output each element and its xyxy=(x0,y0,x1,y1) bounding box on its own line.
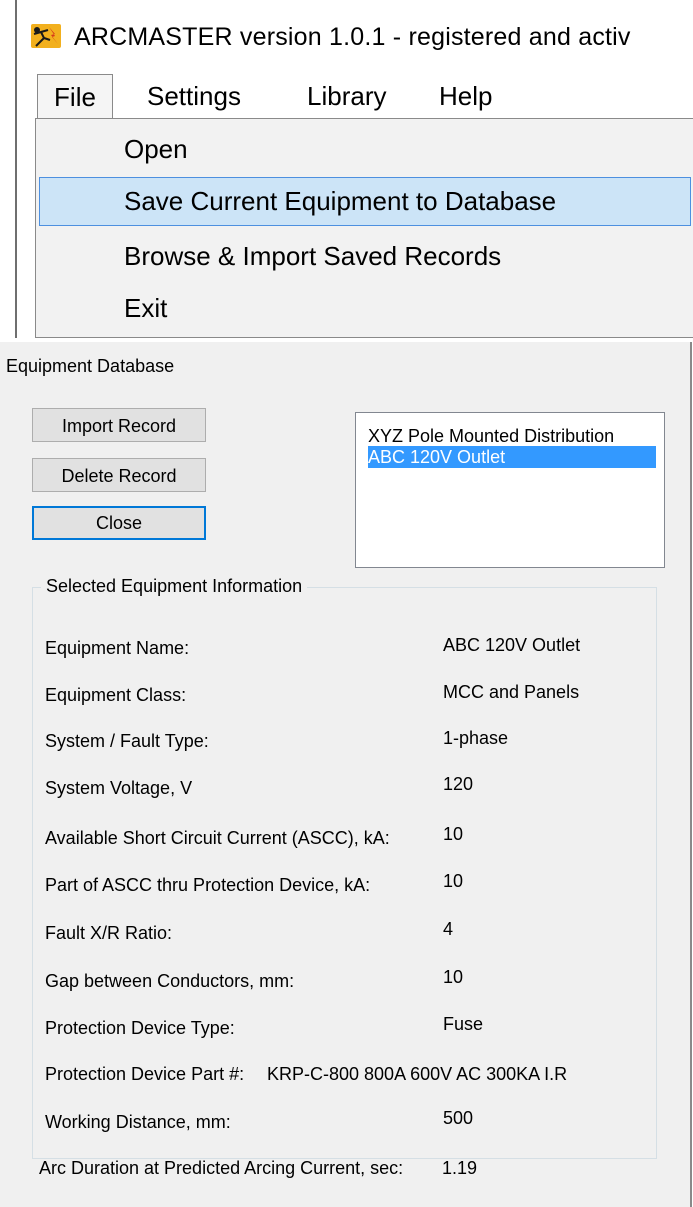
records-listbox[interactable]: XYZ Pole Mounted Distribution ABC 120V O… xyxy=(355,412,665,568)
value-fault-type: 1-phase xyxy=(443,728,509,748)
value-equipment-name: ABC 120V Outlet xyxy=(443,635,581,655)
menu-item-open[interactable]: Open xyxy=(124,125,188,173)
value-arc-duration: 1.19 xyxy=(442,1158,478,1178)
label-system-voltage: System Voltage, V xyxy=(45,778,193,798)
value-xr-ratio: 4 xyxy=(443,919,454,939)
file-dropdown-menu: Open Save Current Equipment to Database … xyxy=(35,118,693,338)
menu-settings[interactable]: Settings xyxy=(135,74,253,118)
list-item-selected[interactable]: ABC 120V Outlet xyxy=(368,446,656,468)
value-conductor-gap: 10 xyxy=(443,967,464,987)
label-xr-ratio: Fault X/R Ratio: xyxy=(45,923,173,943)
delete-record-button[interactable]: Delete Record xyxy=(32,458,206,492)
label-ascc-thru-device: Part of ASCC thru Protection Device, kA: xyxy=(45,875,371,895)
label-protection-device-type: Protection Device Type: xyxy=(45,1018,235,1038)
equipment-info-group: Selected Equipment Information Equipment… xyxy=(32,576,657,1178)
label-ascc: Available Short Circuit Current (ASCC), … xyxy=(45,828,390,848)
value-ascc: 10 xyxy=(443,824,464,844)
import-record-button[interactable]: Import Record xyxy=(32,408,206,442)
arcmaster-logo-icon xyxy=(31,24,61,48)
value-protection-device-type: Fuse xyxy=(443,1014,484,1034)
label-working-distance: Working Distance, mm: xyxy=(45,1112,231,1132)
menu-item-exit[interactable]: Exit xyxy=(124,284,167,332)
menu-item-save-to-database[interactable]: Save Current Equipment to Database xyxy=(124,177,556,225)
value-working-distance: 500 xyxy=(443,1108,474,1128)
value-equipment-class: MCC and Panels xyxy=(443,682,580,702)
value-ascc-thru-device: 10 xyxy=(443,871,464,891)
label-fault-type: System / Fault Type: xyxy=(45,731,209,751)
title-bar: ARCMASTER version 1.0.1 - registered and… xyxy=(17,0,693,74)
label-conductor-gap: Gap between Conductors, mm: xyxy=(45,971,295,991)
menu-help[interactable]: Help xyxy=(427,74,504,118)
list-item[interactable]: XYZ Pole Mounted Distribution xyxy=(368,425,614,447)
equipment-database-window: Equipment Database Import Record Delete … xyxy=(0,342,692,1207)
value-protection-device-part: KRP-C-800 800A 600V AC 300KA I.R xyxy=(267,1064,568,1084)
menu-file[interactable]: File xyxy=(37,74,113,121)
label-arc-duration: Arc Duration at Predicted Arcing Current… xyxy=(39,1158,404,1178)
app-window: ARCMASTER version 1.0.1 - registered and… xyxy=(15,0,693,338)
label-equipment-class: Equipment Class: xyxy=(45,685,187,705)
close-button[interactable]: Close xyxy=(32,506,206,540)
menu-item-browse-import[interactable]: Browse & Import Saved Records xyxy=(124,232,501,280)
label-equipment-name: Equipment Name: xyxy=(45,638,190,658)
group-legend: Selected Equipment Information xyxy=(41,576,308,597)
value-system-voltage: 120 xyxy=(443,774,474,794)
dialog-title: Equipment Database xyxy=(6,356,175,376)
menu-bar: File Settings Library Help xyxy=(17,74,693,121)
window-title: ARCMASTER version 1.0.1 - registered and… xyxy=(74,23,631,51)
label-protection-device-part: Protection Device Part #: xyxy=(45,1064,245,1084)
menu-library[interactable]: Library xyxy=(295,74,398,118)
